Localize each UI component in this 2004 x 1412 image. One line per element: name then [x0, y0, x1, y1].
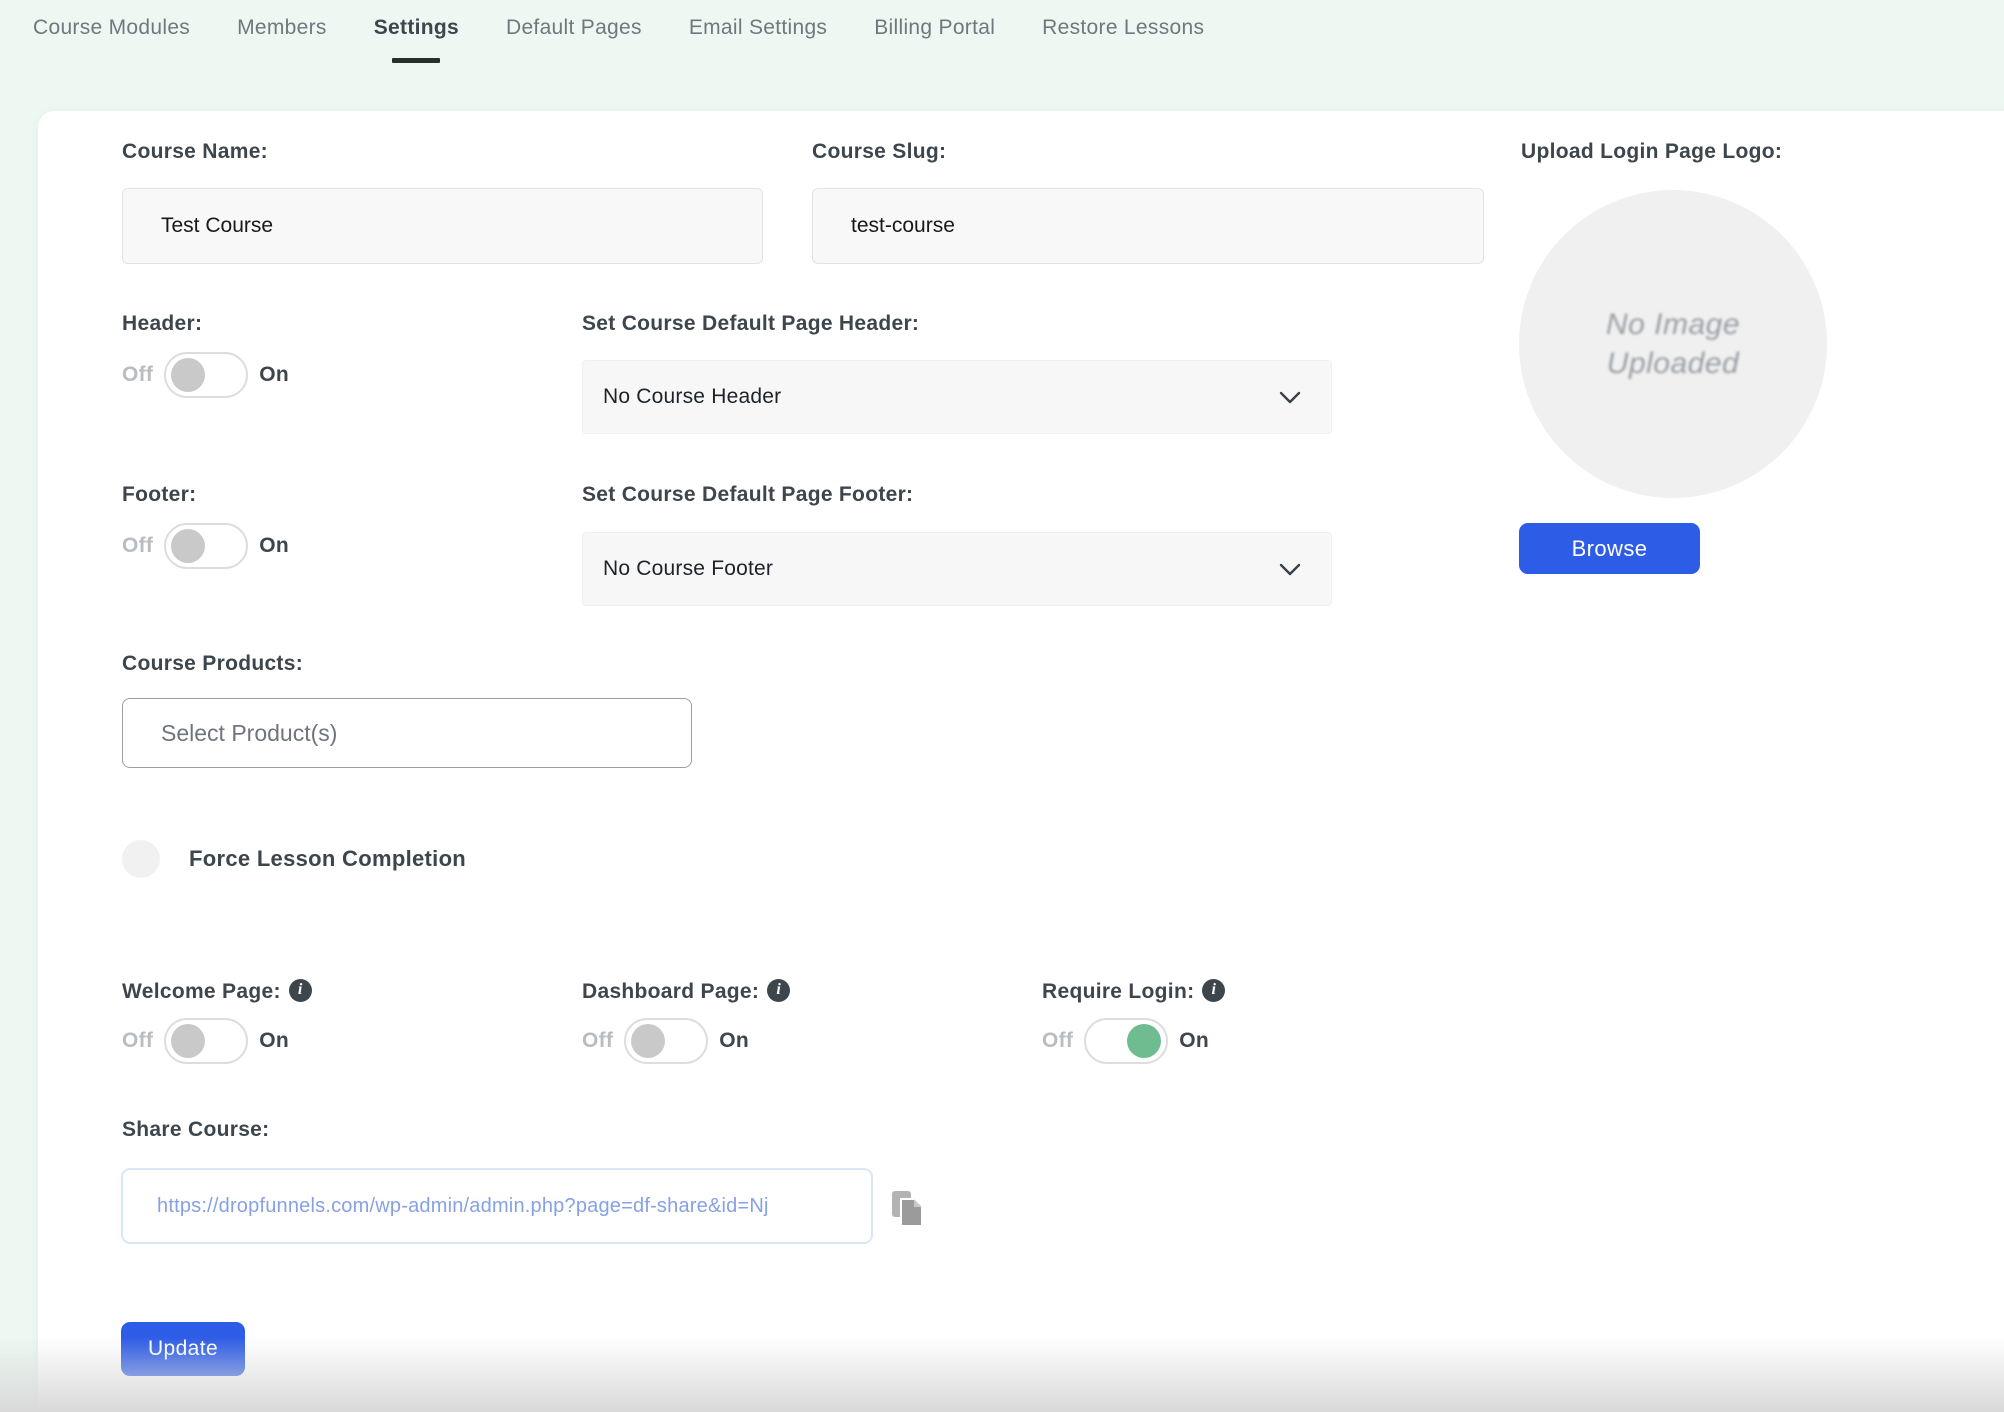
share-course-label: Share Course:	[122, 1118, 269, 1142]
dashboard-off-label: Off	[582, 1029, 613, 1053]
course-slug-input[interactable]	[812, 188, 1484, 264]
welcome-off-label: Off	[122, 1029, 153, 1053]
footer-on-label: On	[259, 534, 289, 558]
course-name-input[interactable]	[122, 188, 763, 264]
course-slug-label: Course Slug:	[812, 140, 946, 164]
chevron-down-icon	[1279, 391, 1301, 404]
share-course-url-input[interactable]	[121, 1168, 873, 1244]
default-page-header-value: No Course Header	[603, 385, 781, 409]
tab-email-settings[interactable]: Email Settings	[689, 16, 827, 46]
copy-icon[interactable]	[891, 1190, 923, 1228]
toggle-knob	[171, 358, 205, 392]
tab-members[interactable]: Members	[237, 16, 327, 46]
require-login-toggle-row: Off On	[1042, 1018, 1209, 1064]
logo-preview-circle: No Image Uploaded	[1519, 190, 1827, 498]
header-on-label: On	[259, 363, 289, 387]
upload-logo-label: Upload Login Page Logo:	[1521, 140, 1782, 164]
welcome-on-label: On	[259, 1029, 289, 1053]
no-image-text: No Image Uploaded	[1563, 305, 1783, 383]
require-login-toggle-switch[interactable]	[1084, 1018, 1168, 1064]
default-page-footer-select[interactable]: No Course Footer	[582, 532, 1332, 606]
toggle-knob	[631, 1024, 665, 1058]
header-toggle-switch[interactable]	[164, 352, 248, 398]
welcome-page-toggle-row: Off On	[122, 1018, 289, 1064]
toggle-knob	[1127, 1024, 1161, 1058]
force-lesson-checkbox[interactable]	[122, 840, 160, 878]
footer-off-label: Off	[122, 534, 153, 558]
update-button[interactable]: Update	[121, 1322, 245, 1376]
info-icon[interactable]: i	[767, 979, 790, 1002]
dashboard-page-label: Dashboard Page: i	[582, 980, 790, 1004]
toggle-knob	[171, 529, 205, 563]
welcome-page-label: Welcome Page: i	[122, 980, 312, 1004]
info-icon[interactable]: i	[289, 979, 312, 1002]
toggle-knob	[171, 1024, 205, 1058]
course-tab-bar: Course Modules Members Settings Default …	[33, 16, 1204, 46]
tab-billing-portal[interactable]: Billing Portal	[874, 16, 995, 46]
dashboard-page-label-text: Dashboard Page:	[582, 980, 759, 1003]
dashboard-on-label: On	[719, 1029, 749, 1053]
browse-button[interactable]: Browse	[1519, 523, 1700, 574]
dashboard-page-toggle-row: Off On	[582, 1018, 749, 1064]
tab-course-modules[interactable]: Course Modules	[33, 16, 190, 46]
header-off-label: Off	[122, 363, 153, 387]
tab-settings[interactable]: Settings	[374, 16, 459, 46]
tab-default-pages[interactable]: Default Pages	[506, 16, 642, 46]
course-settings-page: Course Modules Members Settings Default …	[0, 0, 2004, 1412]
tab-restore-lessons[interactable]: Restore Lessons	[1042, 16, 1204, 46]
default-page-footer-value: No Course Footer	[603, 557, 773, 581]
footer-toggle-label: Footer:	[122, 483, 196, 507]
footer-toggle-switch[interactable]	[164, 523, 248, 569]
default-page-footer-label: Set Course Default Page Footer:	[582, 483, 913, 507]
welcome-page-label-text: Welcome Page:	[122, 980, 281, 1003]
footer-toggle-row: Off On	[122, 523, 289, 569]
course-name-label: Course Name:	[122, 140, 268, 164]
require-login-on-label: On	[1179, 1029, 1209, 1053]
info-icon[interactable]: i	[1202, 979, 1225, 1002]
force-lesson-label: Force Lesson Completion	[189, 846, 466, 872]
welcome-page-toggle-switch[interactable]	[164, 1018, 248, 1064]
dashboard-page-toggle-switch[interactable]	[624, 1018, 708, 1064]
course-products-label: Course Products:	[122, 652, 303, 676]
default-page-header-label: Set Course Default Page Header:	[582, 312, 919, 336]
require-login-label: Require Login: i	[1042, 980, 1225, 1004]
require-login-off-label: Off	[1042, 1029, 1073, 1053]
header-toggle-label: Header:	[122, 312, 202, 336]
default-page-header-select[interactable]: No Course Header	[582, 360, 1332, 434]
header-toggle-row: Off On	[122, 352, 289, 398]
course-products-select-input[interactable]	[122, 698, 692, 768]
require-login-label-text: Require Login:	[1042, 980, 1194, 1003]
chevron-down-icon	[1279, 563, 1301, 576]
force-lesson-completion-row: Force Lesson Completion	[122, 840, 466, 878]
